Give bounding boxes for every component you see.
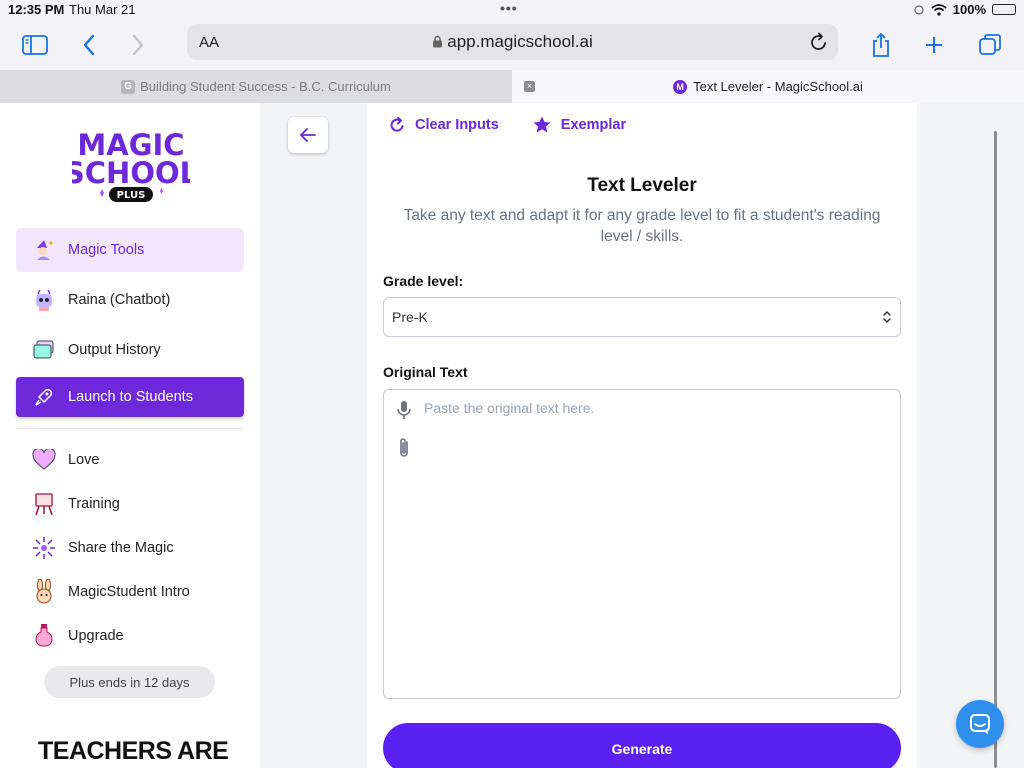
share-icon[interactable]: [866, 30, 896, 60]
bunny-icon: [32, 579, 56, 604]
sidebar-item-label: Launch to Students: [68, 389, 193, 405]
clear-inputs-button[interactable]: Clear Inputs: [389, 116, 499, 133]
launch-to-students-button[interactable]: Launch to Students: [16, 377, 244, 417]
status-time: 12:35 PM: [8, 2, 65, 17]
original-text-label: Original Text: [383, 364, 468, 380]
browser-toolbar: AA app.magicschool.ai: [0, 20, 1024, 70]
tab-strip: G Building Student Success - B.C. Curric…: [0, 70, 1024, 103]
clear-inputs-label: Clear Inputs: [415, 116, 499, 133]
lock-icon: [433, 35, 443, 48]
support-chat-button[interactable]: [956, 700, 1004, 748]
sidebar-item-raina[interactable]: Raina (Chatbot): [16, 278, 244, 322]
paperclip-icon[interactable]: [396, 436, 412, 465]
sidebar-item-label: Upgrade: [68, 628, 124, 644]
plan-expiry-badge[interactable]: Plus ends in 12 days: [44, 666, 215, 698]
rocket-icon: [32, 385, 56, 409]
sidebar-item-magicstudent-intro[interactable]: MagicStudent Intro: [16, 570, 244, 614]
address-bar[interactable]: AA app.magicschool.ai: [187, 24, 838, 60]
battery-icon: [992, 4, 1016, 15]
grade-level-value: Pre-K: [392, 309, 428, 325]
sidebar-item-label: Raina (Chatbot): [68, 292, 171, 308]
chevron-updown-icon: [882, 310, 892, 327]
tab-close-icon[interactable]: ×: [524, 81, 535, 92]
generate-button[interactable]: Generate: [383, 723, 901, 768]
magicschool-logo[interactable]: MAGIC SCHOOL PLUS: [64, 121, 198, 205]
sparkle-burst-icon: [32, 536, 56, 560]
exemplar-label: Exemplar: [560, 116, 627, 133]
wizard-icon: [32, 238, 56, 262]
status-bar: 12:35 PM Thu Mar 21 ••• 100%: [0, 0, 1024, 20]
history-stack-icon: [32, 338, 56, 362]
sidebar-item-label: Love: [68, 452, 100, 468]
robot-icon: [32, 288, 56, 312]
refresh-icon: [390, 116, 404, 132]
page-subtitle: Take any text and adapt it for any grade…: [403, 207, 881, 245]
main-content: Clear Inputs Exemplar Text Leveler Take …: [260, 103, 1024, 768]
tool-panel: Clear Inputs Exemplar Text Leveler Take …: [367, 103, 917, 768]
wifi-icon: [931, 3, 947, 16]
tab-overview-icon[interactable]: [975, 30, 1005, 60]
back-nav-icon[interactable]: [74, 30, 104, 60]
tab-favicon: M: [673, 79, 688, 94]
tab-favicon: G: [121, 79, 136, 94]
sidebar-item-upgrade[interactable]: Upgrade: [16, 614, 244, 658]
sidebar-item-love[interactable]: Love: [16, 438, 244, 482]
tab-bc-curriculum[interactable]: G Building Student Success - B.C. Curric…: [0, 70, 512, 103]
tab-text-leveler[interactable]: × M Text Leveler - MagicSchool.ai: [512, 70, 1024, 103]
multitasking-dots[interactable]: •••: [500, 0, 518, 16]
sidebar-item-label: Magic Tools: [68, 242, 145, 258]
battery-percent: 100%: [952, 2, 986, 17]
tab-label: Building Student Success - B.C. Curricul…: [140, 79, 391, 94]
potion-icon: [32, 624, 56, 648]
sidebar-item-output-history[interactable]: Output History: [16, 328, 244, 372]
grade-level-select[interactable]: Pre-K: [383, 297, 901, 337]
new-tab-icon[interactable]: [919, 30, 949, 60]
sidebar-item-share-the-magic[interactable]: Share the Magic: [16, 526, 244, 570]
forward-nav-icon[interactable]: [123, 30, 153, 60]
sidebar-item-label: Training: [68, 496, 120, 512]
logo-badge: PLUS: [117, 190, 146, 201]
rotation-lock-icon: [914, 4, 924, 15]
page-title: Text Leveler: [587, 175, 697, 196]
back-button[interactable]: [288, 117, 328, 153]
star-icon: [533, 116, 551, 133]
original-text-placeholder: Paste the original text here.: [424, 400, 595, 416]
status-indicators: 100%: [913, 2, 1016, 17]
logo-line2: SCHOOL: [72, 156, 190, 190]
url-display: app.magicschool.ai: [187, 32, 838, 52]
sidebar-toggle-icon[interactable]: [20, 30, 50, 60]
sidebar-item-label: Output History: [68, 342, 161, 358]
reload-icon[interactable]: [810, 32, 828, 57]
tool-actions: Clear Inputs Exemplar: [389, 116, 626, 133]
microphone-icon[interactable]: [396, 400, 412, 425]
status-date: Thu Mar 21: [69, 2, 136, 17]
heart-icon: [32, 448, 56, 472]
arrow-left-icon: [300, 128, 316, 142]
original-text-input[interactable]: Paste the original text here.: [383, 389, 901, 699]
page-scrollbar[interactable]: [994, 131, 997, 768]
grade-level-label: Grade level:: [383, 273, 464, 289]
sidebar-item-label: Share the Magic: [68, 540, 174, 556]
teachers-banner: TEACHERS ARE: [38, 737, 229, 765]
sidebar-divider: [16, 428, 244, 429]
sidebar: MAGIC SCHOOL PLUS Magic Tools Raina (Cha…: [0, 103, 260, 768]
chat-bubble-icon: [970, 714, 990, 734]
sidebar-item-training[interactable]: Training: [16, 482, 244, 526]
sidebar-item-magic-tools[interactable]: Magic Tools: [16, 228, 244, 272]
tab-label: Text Leveler - MagicSchool.ai: [693, 79, 863, 94]
exemplar-button[interactable]: Exemplar: [533, 116, 626, 133]
easel-icon: [32, 492, 56, 516]
sidebar-item-label: MagicStudent Intro: [68, 584, 190, 600]
url-text: app.magicschool.ai: [447, 32, 593, 51]
